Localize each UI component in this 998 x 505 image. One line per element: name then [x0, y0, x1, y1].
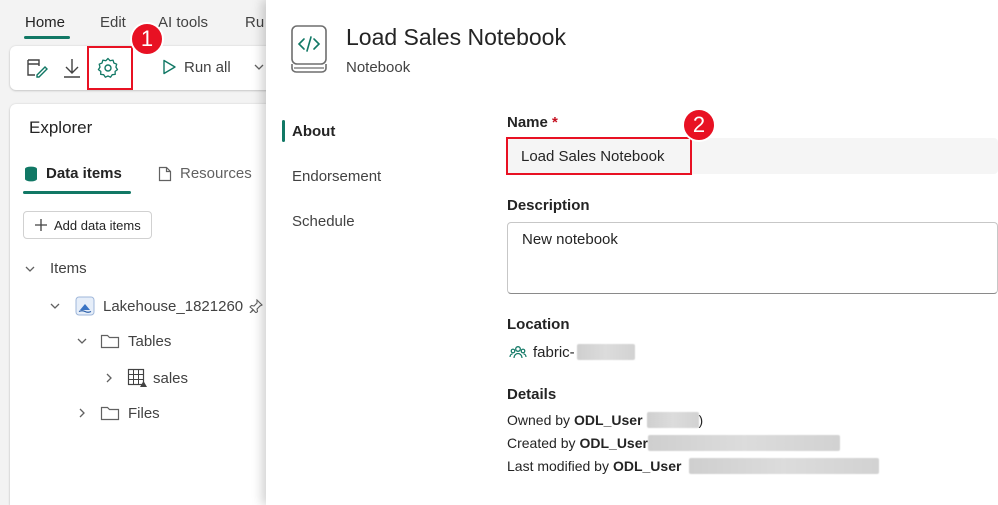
owned-by-prefix: Owned by: [507, 412, 571, 428]
location-text[interactable]: fabric-: [533, 344, 575, 361]
settings-panel: Load Sales Notebook Notebook About Endor…: [266, 0, 998, 505]
table-icon: [127, 368, 147, 387]
play-icon: [163, 59, 176, 75]
nav-item-about[interactable]: About: [292, 123, 335, 140]
owned-by-line: Owned by ODL_User ): [507, 412, 703, 428]
description-field[interactable]: New notebook: [507, 222, 998, 294]
tab-resources-label: Resources: [180, 165, 252, 182]
chevron-right-icon: [79, 408, 85, 418]
notebook-edit-icon[interactable]: [24, 56, 48, 80]
created-by-line: Created by ODL_User: [507, 435, 840, 451]
redacted-block: [646, 412, 699, 428]
created-by-prefix: Created by: [507, 435, 576, 451]
files-label: Files: [128, 404, 160, 422]
redacted-block: [647, 435, 840, 451]
run-all-label: Run all: [184, 58, 231, 76]
tree-item-items[interactable]: Items: [24, 260, 87, 277]
redacted-block: [689, 458, 880, 474]
panel-title: Load Sales Notebook: [346, 24, 566, 50]
tab-run[interactable]: Ru: [245, 14, 264, 31]
modified-by-line: Last modified by ODL_User: [507, 458, 880, 474]
tree-item-tables[interactable]: Tables: [76, 332, 171, 350]
sales-label: sales: [153, 369, 189, 387]
tables-label: Tables: [128, 332, 172, 350]
pin-icon[interactable]: [249, 299, 264, 313]
lakehouse-label: Lakehouse_1821260: [103, 297, 244, 315]
explorer-pane: Explorer Data items Resources Add data i…: [10, 104, 290, 505]
location-label: Location: [507, 316, 570, 333]
tab-data-items[interactable]: Data items: [24, 165, 122, 182]
modified-by-user: ODL_User: [612, 458, 682, 474]
tab-home-underline: [24, 36, 70, 39]
settings-highlight-box: [87, 46, 133, 90]
panel-subtitle: Notebook: [346, 59, 411, 76]
callout-badge-2: 2: [682, 108, 716, 142]
name-input-highlight-box: [506, 137, 692, 175]
redacted-block: [576, 344, 635, 360]
explorer-title: Explorer: [29, 118, 93, 137]
created-by-user: ODL_User: [579, 435, 648, 451]
workspace-icon: [509, 346, 527, 359]
chevron-down-icon: [77, 338, 87, 344]
nav-item-schedule[interactable]: Schedule: [292, 213, 355, 230]
name-label: Name *: [507, 114, 558, 131]
chevron-down-icon[interactable]: [253, 61, 265, 73]
lakehouse-icon: [75, 296, 95, 316]
callout-badge-1: 1: [130, 22, 164, 56]
nav-active-indicator: [282, 120, 285, 142]
chevron-down-icon: [50, 303, 60, 309]
plus-icon: [35, 219, 47, 231]
chevron-down-icon: [25, 266, 35, 272]
owned-by-user: ODL_User: [574, 412, 643, 428]
details-label: Details: [507, 386, 557, 403]
chevron-right-icon: [106, 373, 112, 383]
nav-item-endorsement[interactable]: Endorsement: [292, 168, 381, 185]
tab-home[interactable]: Home: [25, 14, 65, 31]
modified-by-prefix: Last modified by: [507, 458, 609, 474]
folder-icon: [100, 334, 120, 349]
tab-resources[interactable]: Resources: [158, 165, 252, 182]
tab-data-items-label: Data items: [46, 165, 122, 182]
location-value: fabric-: [509, 343, 635, 361]
folder-icon: [100, 406, 120, 421]
tree-item-sales[interactable]: sales: [103, 368, 188, 388]
add-data-items-button[interactable]: Add data items: [23, 211, 152, 239]
notebook-icon: [291, 25, 327, 73]
tab-data-items-underline: [23, 191, 131, 194]
tree-item-files[interactable]: Files: [76, 404, 160, 422]
owned-by-suffix: ): [698, 412, 704, 428]
tree-items-label: Items: [50, 260, 87, 277]
name-label-text: Name: [507, 114, 548, 131]
description-label: Description: [507, 197, 590, 214]
run-all-button[interactable]: Run all: [160, 58, 265, 76]
document-icon: [158, 166, 172, 181]
download-icon[interactable]: [60, 56, 84, 80]
panel-header: Load Sales Notebook Notebook: [290, 24, 566, 76]
tab-edit[interactable]: Edit: [100, 14, 126, 31]
tab-ai-tools[interactable]: AI tools: [158, 14, 208, 31]
database-icon: [25, 166, 37, 181]
required-marker: *: [552, 114, 558, 131]
add-data-items-label: Add data items: [54, 217, 141, 233]
tree-item-lakehouse[interactable]: Lakehouse_1821260: [49, 296, 264, 316]
